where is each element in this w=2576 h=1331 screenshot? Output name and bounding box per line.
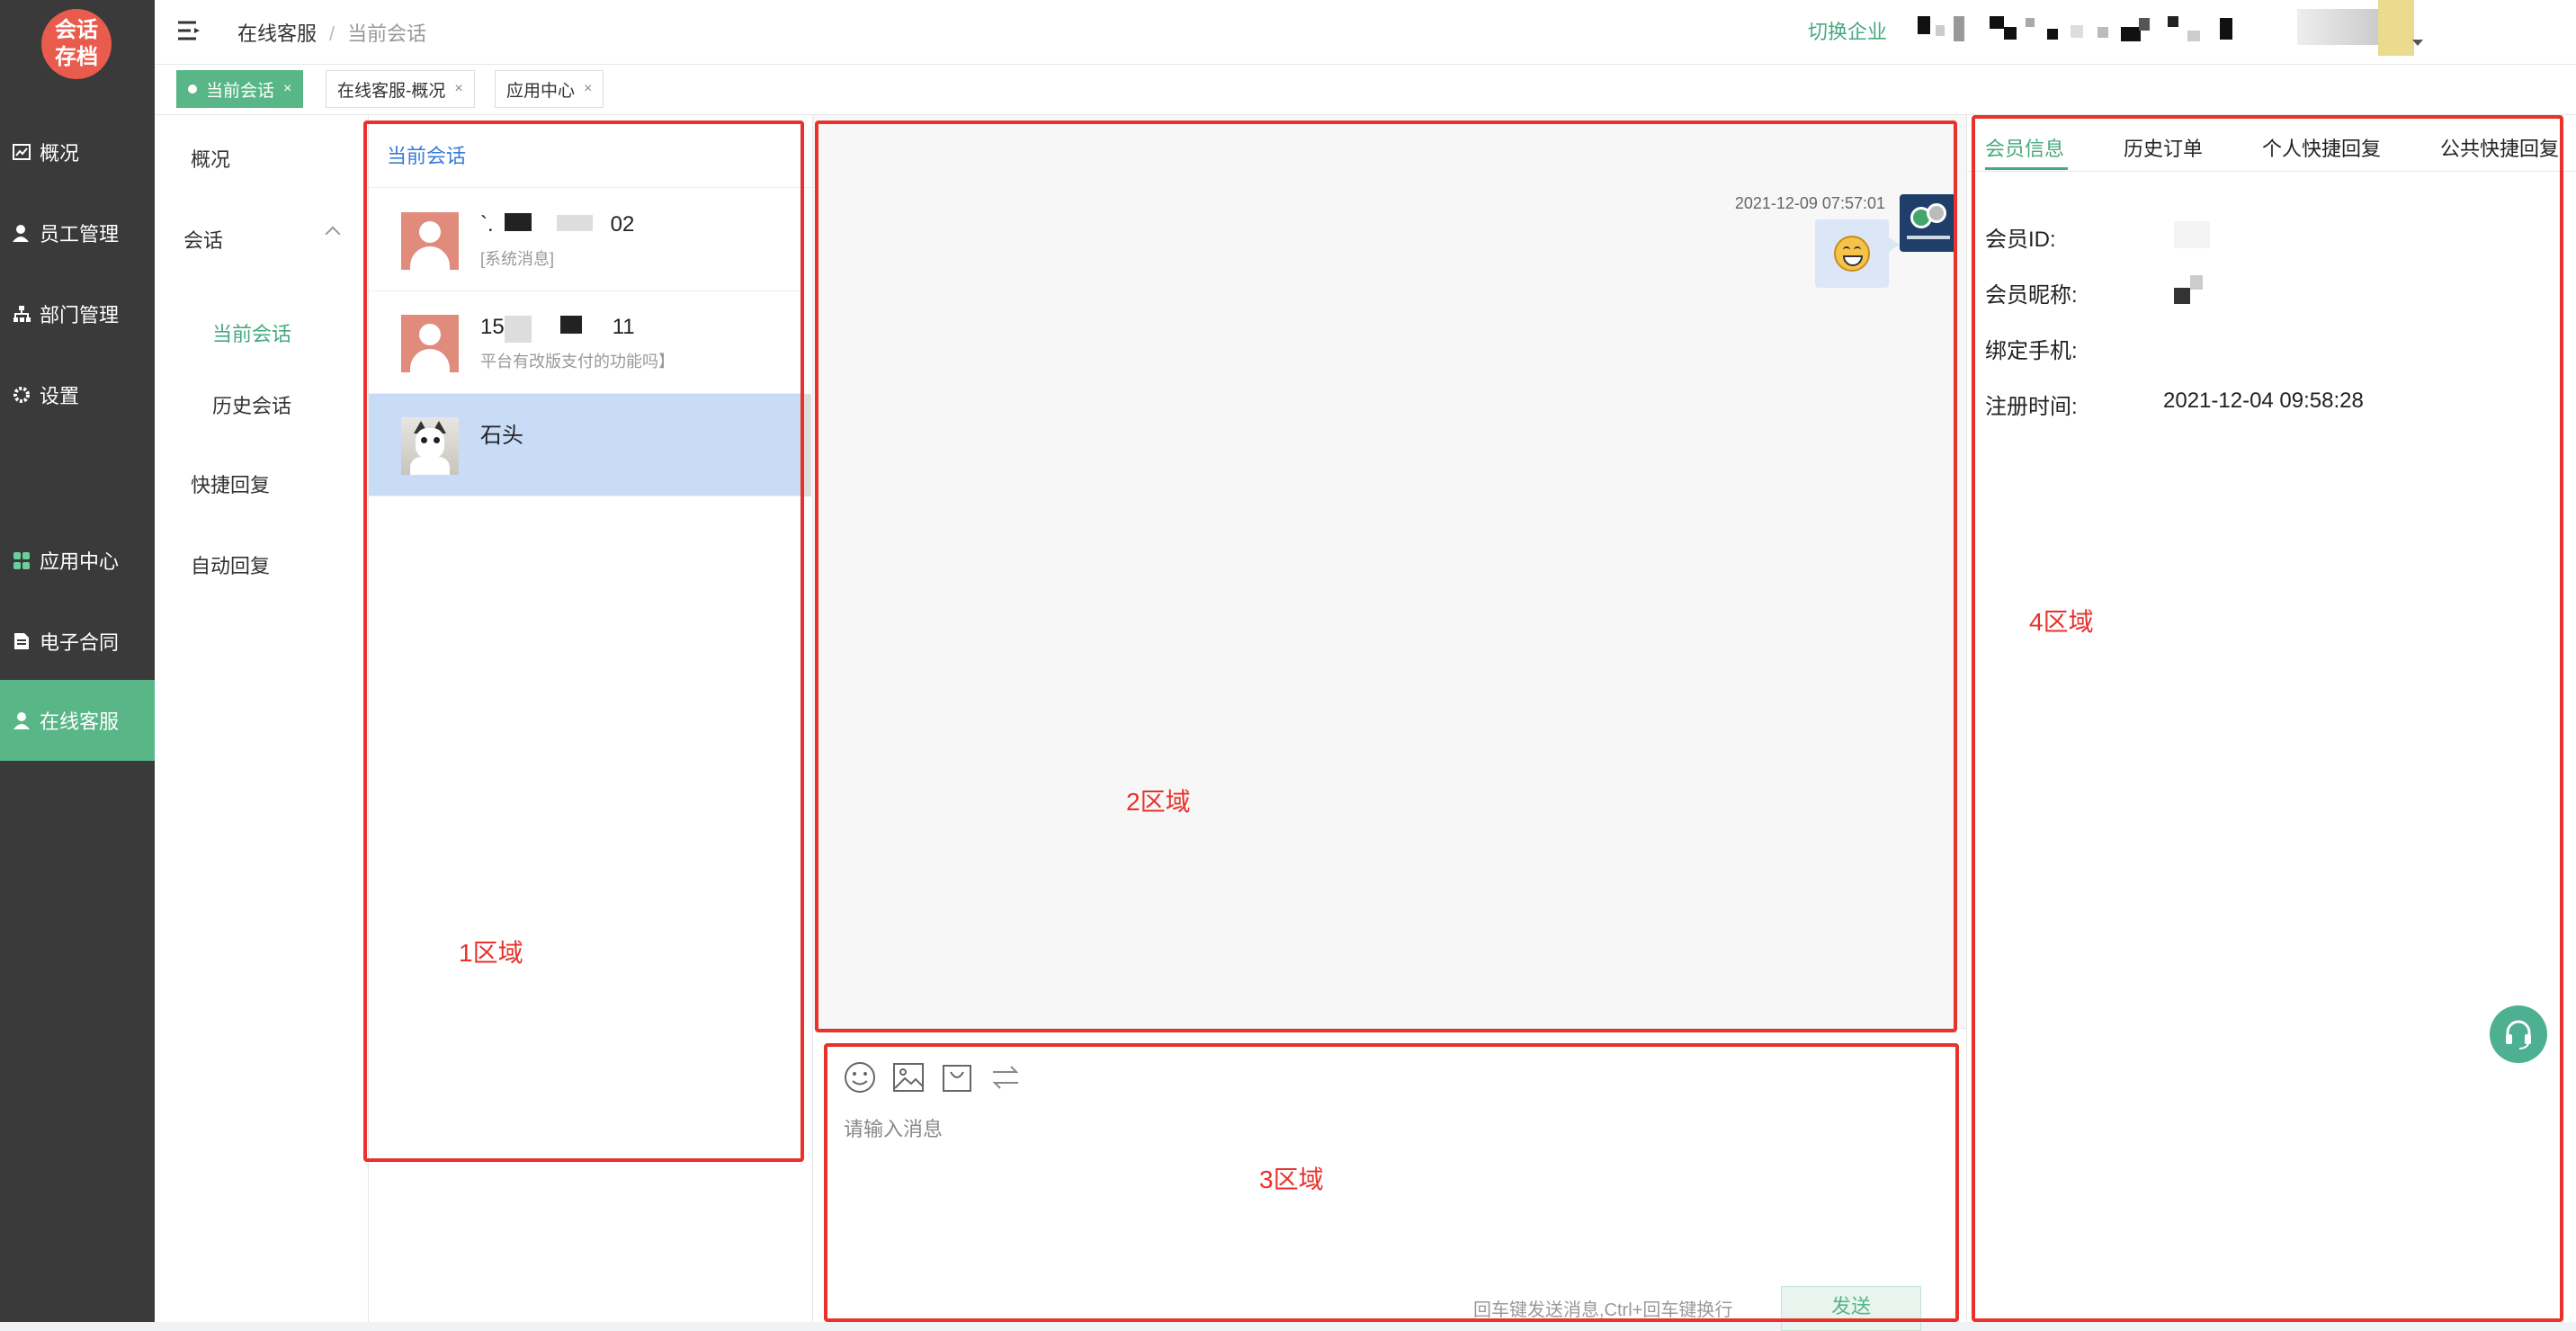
active-dot-icon (188, 85, 197, 94)
switch-company-link[interactable]: 切换企业 (1808, 16, 1887, 45)
member-info-panel: 会员信息 历史订单 个人快捷回复 公共快捷回复 会员ID: 会员昵称: 绑定手机… (1966, 115, 2576, 1322)
member-id-label: 会员ID: (1985, 228, 2056, 252)
breadcrumb-separator: / (329, 22, 335, 45)
transfer-icon[interactable] (989, 1061, 1022, 1094)
divider (1967, 171, 2576, 172)
message-timestamp: 2021-12-09 07:57:01 (1734, 194, 1885, 212)
sidebar-item-app-center[interactable]: 应用中心 (0, 520, 155, 601)
chevron-up-icon[interactable] (325, 226, 341, 242)
message-bubble[interactable] (1815, 219, 1900, 288)
register-time-value: 2021-12-04 09:58:28 (2163, 389, 2364, 413)
org-icon (13, 305, 31, 323)
conversation-item-selected[interactable]: 石头 (369, 394, 804, 496)
annotation-label-area-2: 2区域 (1126, 788, 1191, 816)
chart-icon (13, 143, 31, 161)
bag-icon[interactable] (941, 1061, 973, 1094)
tab-history-orders[interactable]: 历史订单 (2124, 133, 2203, 162)
conversation-name: 石头 (480, 424, 523, 448)
redacted-member-nickname (2174, 275, 2210, 311)
message-input[interactable]: 请输入消息 (844, 1113, 943, 1142)
conversation-list: 当前会话 `. 02 [系统消息] 15 11 平台有改版支付的功能吗】 石头 (369, 115, 813, 1322)
breadcrumb: 在线客服 / 当前会话 (237, 18, 426, 47)
chevron-down-icon (2412, 40, 2423, 46)
gear-icon (13, 386, 31, 404)
tab-online-service-overview[interactable]: 在线客服-概况 × (326, 70, 475, 108)
message-input-area: 请输入消息 回车键发送消息,Ctrl+回车键换行 发送 (813, 1028, 1966, 1331)
sidebar-item-overview[interactable]: 概况 (0, 112, 155, 192)
redacted-company-name (1918, 13, 2277, 43)
breadcrumb-parent[interactable]: 在线客服 (237, 22, 317, 45)
person-icon (13, 711, 31, 729)
submenu-conversation[interactable]: 会话 (183, 225, 223, 254)
divider (369, 187, 813, 188)
send-hint: 回车键发送消息,Ctrl+回车键换行 (1473, 1300, 1733, 1320)
register-time-label: 注册时间: (1985, 395, 2078, 419)
conversation-list-title: 当前会话 (387, 145, 467, 167)
avatar (401, 315, 459, 372)
member-nickname-label: 会员昵称: (1985, 283, 2078, 308)
scrollbar[interactable] (804, 394, 811, 496)
avatar (401, 417, 459, 475)
bound-phone-label: 绑定手机: (1985, 339, 2078, 363)
redacted-member-id (2174, 221, 2210, 248)
send-button[interactable]: 发送 (1781, 1286, 1921, 1331)
avatar (1900, 194, 1957, 252)
image-icon[interactable] (892, 1061, 925, 1094)
top-bar: 在线客服 / 当前会话 切换企业 (155, 0, 2576, 65)
tab-public-quick-reply[interactable]: 公共快捷回复 (2440, 133, 2559, 162)
emoji-icon[interactable] (844, 1061, 876, 1094)
avatar (401, 212, 459, 270)
apps-icon (13, 551, 31, 569)
submenu-quick-reply[interactable]: 快捷回复 (191, 469, 270, 498)
sidebar-item-department[interactable]: 部门管理 (0, 273, 155, 354)
headset-icon (2506, 1020, 2531, 1050)
tab-member-info[interactable]: 会员信息 (1985, 133, 2064, 162)
sidebar-item-staff[interactable]: 员工管理 (0, 192, 155, 273)
menu-toggle-icon[interactable] (176, 20, 201, 41)
submenu-current-conversation[interactable]: 当前会话 (212, 318, 291, 347)
close-icon[interactable]: × (584, 81, 592, 97)
doc-icon (13, 632, 31, 650)
customer-support-button[interactable] (2490, 1005, 2547, 1063)
user-avatar[interactable] (2288, 0, 2423, 63)
tabs-bar: 当前会话 × 在线客服-概况 × 应用中心 × (155, 65, 2576, 115)
redacted-text (504, 316, 613, 343)
tab-current-conversation[interactable]: 当前会话 × (176, 70, 304, 108)
chat-message-area: 2021-12-09 07:57:01 (813, 115, 1966, 1028)
annotation-label-area-3: 3区域 (1259, 1166, 1324, 1193)
annotation-label-area-4: 4区域 (2029, 608, 2094, 636)
conversation-last-message: 平台有改版支付的功能吗】 (480, 353, 675, 371)
sidebar-item-contract[interactable]: 电子合同 (0, 601, 155, 682)
person-icon (13, 224, 31, 242)
conversation-item[interactable]: `. 02 [系统消息] (369, 189, 804, 291)
conversation-item[interactable]: 15 11 平台有改版支付的功能吗】 (369, 291, 804, 394)
annotation-label-area-1: 1区域 (459, 939, 523, 967)
submenu-overview[interactable]: 概况 (191, 144, 230, 173)
sidebar-item-settings[interactable]: 设置 (0, 354, 155, 435)
conversation-name: 15 (480, 315, 505, 339)
conversation-last-message: [系统消息] (480, 250, 555, 268)
app-logo: 会话 存档 (41, 9, 112, 79)
breadcrumb-current: 当前会话 (347, 22, 427, 45)
close-icon[interactable]: × (454, 81, 462, 97)
sidebar: 会话 存档 概况 员工管理 部门管理 设置 应用中心 电子合同 在线客服 (0, 0, 155, 1322)
close-icon[interactable]: × (283, 81, 291, 97)
sub-menu: 概况 会话 当前会话 历史会话 快捷回复 自动回复 (155, 115, 369, 1322)
sidebar-item-online-service[interactable]: 在线客服 (0, 680, 155, 761)
active-tab-indicator (1985, 167, 2068, 170)
tab-personal-quick-reply[interactable]: 个人快捷回复 (2262, 133, 2381, 162)
grin-emoji-icon (1834, 236, 1870, 272)
redacted-text (494, 213, 611, 231)
submenu-auto-reply[interactable]: 自动回复 (191, 550, 270, 579)
submenu-history-conversation[interactable]: 历史会话 (212, 390, 291, 419)
conversation-name: `. (480, 212, 494, 237)
tab-app-center[interactable]: 应用中心 × (495, 70, 604, 108)
